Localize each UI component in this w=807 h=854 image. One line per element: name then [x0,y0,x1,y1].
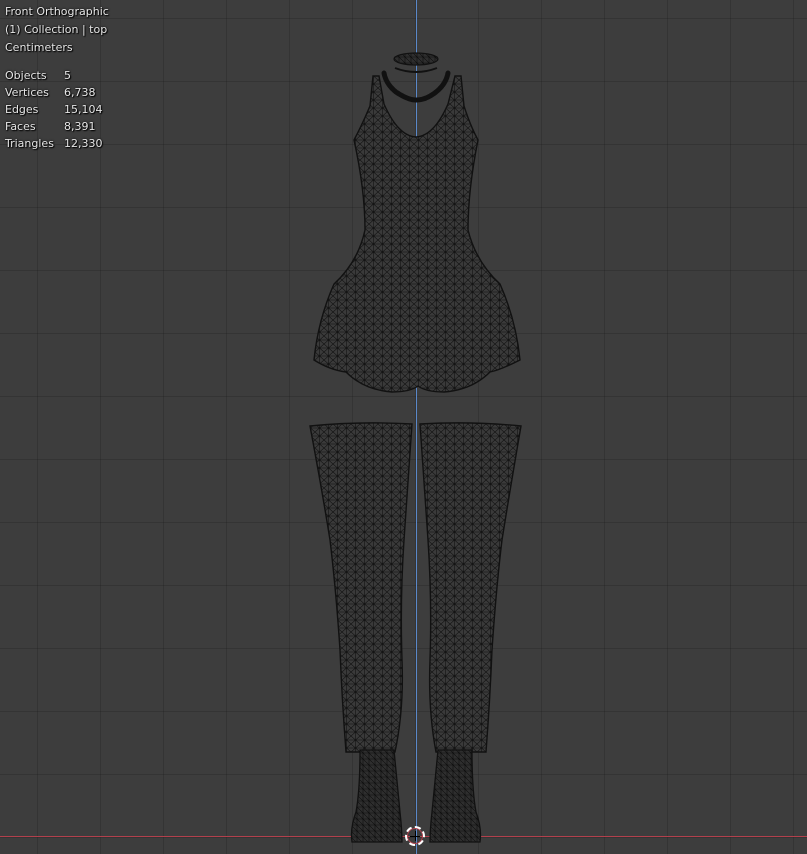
bodysuit-mesh[interactable] [313,75,521,393]
stat-value: 5 [64,69,71,82]
stat-label: Faces [5,120,36,133]
wireframe-scene[interactable] [0,0,807,854]
stat-label: Triangles [5,137,54,150]
viewport-text-overlay: Front Orthographic (1) Collection | top … [5,3,109,152]
right-stocking-mesh[interactable] [419,422,522,753]
scene-statistics: Objects 5 Vertices 6,738 Edges 15,104 Fa… [5,67,109,152]
units-label: Centimeters [5,41,73,54]
3d-cursor-icon[interactable] [405,826,425,846]
3d-viewport[interactable]: Front Orthographic (1) Collection | top … [0,0,807,854]
stat-row-triangles: Triangles 12,330 [5,135,109,152]
stat-label: Objects [5,69,47,82]
left-stocking-mesh[interactable] [309,422,413,753]
stat-value: 15,104 [64,103,103,116]
collection-label: (1) Collection | top [5,23,108,36]
stat-row-edges: Edges 15,104 [5,101,109,118]
stat-value: 8,391 [64,120,96,133]
left-boot-mesh[interactable] [350,749,403,843]
right-boot-mesh[interactable] [429,749,482,843]
stat-row-vertices: Vertices 6,738 [5,84,109,101]
view-name: Front Orthographic [5,5,109,18]
stat-row-faces: Faces 8,391 [5,118,109,135]
stat-label: Edges [5,103,39,116]
choker-mesh[interactable] [381,52,451,103]
stat-value: 12,330 [64,137,103,150]
stat-row-objects: Objects 5 [5,67,109,84]
stat-label: Vertices [5,86,49,99]
stat-value: 6,738 [64,86,96,99]
